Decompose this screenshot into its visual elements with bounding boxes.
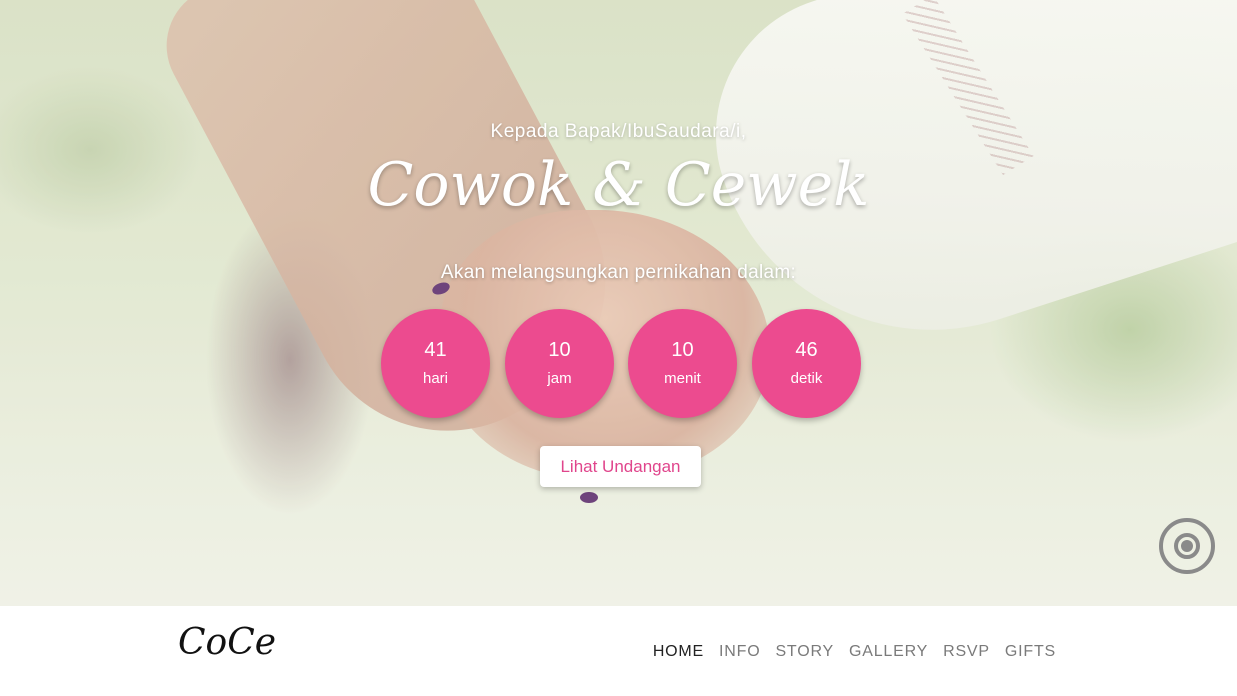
nav-item-gallery[interactable]: GALLERY: [849, 643, 928, 661]
countdown-unit: detik: [790, 370, 823, 387]
brand-logo[interactable]: CoCe: [178, 622, 276, 663]
nav-item-gifts[interactable]: GIFTS: [1005, 643, 1056, 661]
nav-item-story[interactable]: STORY: [775, 643, 834, 661]
countdown-subtitle: Akan melangsungkan pernikahan dalam:: [440, 262, 797, 283]
countdown-value: 10: [671, 339, 694, 361]
countdown-unit: hari: [422, 370, 448, 387]
hero-content: Kepada Bapak/IbuSaudara/i, Cowok & Cewek…: [0, 0, 1237, 606]
countdown-unit: menit: [664, 370, 701, 387]
countdown-seconds: 46 detik: [752, 309, 861, 418]
countdown-minutes: 10 menit: [628, 309, 737, 418]
view-invitation-button[interactable]: Lihat Undangan: [540, 446, 701, 487]
couple-names: Cowok & Cewek: [367, 150, 870, 220]
countdown-days: 41 hari: [381, 309, 490, 418]
countdown: 41 hari 10 jam 10 menit 46 detik: [381, 309, 861, 419]
greeting-text: Kepada Bapak/IbuSaudara/i,: [490, 121, 747, 142]
nav-menu: HOME INFO STORY GALLERY RSVP GIFTS: [653, 643, 1056, 661]
countdown-value: 10: [548, 339, 571, 361]
broadcast-icon-dot: [1181, 540, 1193, 552]
countdown-value: 46: [795, 339, 818, 361]
countdown-unit: jam: [547, 370, 572, 387]
navbar: CoCe HOME INFO STORY GALLERY RSVP GIFTS: [0, 606, 1237, 696]
nav-item-info[interactable]: INFO: [719, 643, 760, 661]
nav-item-home[interactable]: HOME: [653, 643, 704, 661]
countdown-value: 41: [424, 339, 447, 361]
broadcast-icon[interactable]: [1159, 518, 1215, 574]
countdown-hours: 10 jam: [505, 309, 614, 418]
nav-item-rsvp[interactable]: RSVP: [943, 643, 990, 661]
